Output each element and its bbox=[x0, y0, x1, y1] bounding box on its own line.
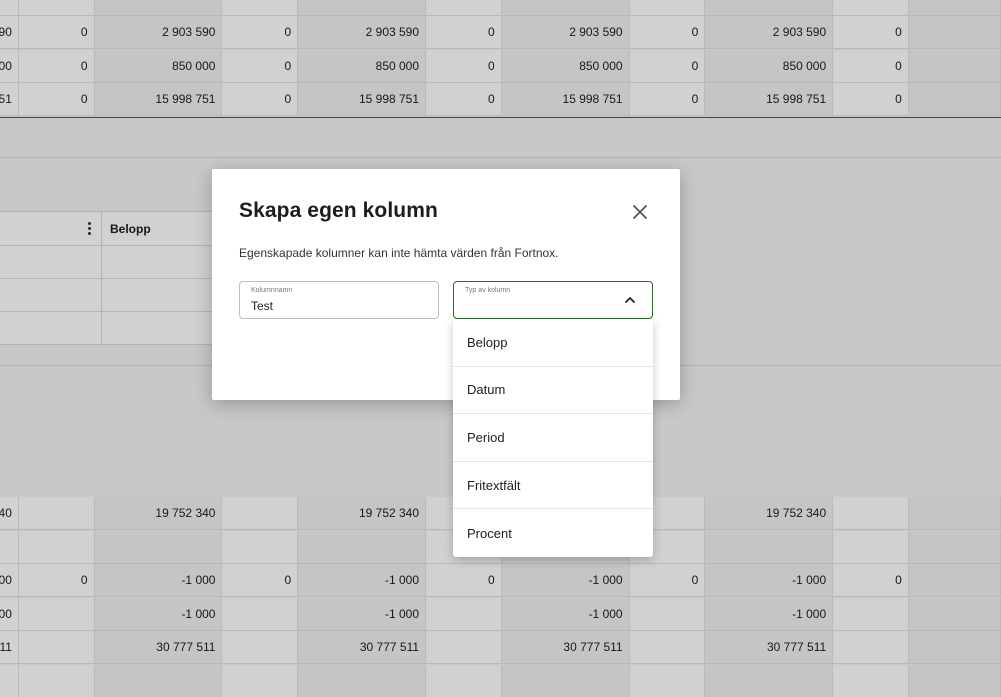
close-button[interactable] bbox=[628, 200, 652, 224]
dialog-title: Skapa egen kolumn bbox=[239, 199, 438, 222]
column-name-label: Kolumnnamn bbox=[251, 287, 293, 294]
chevron-up-icon[interactable] bbox=[624, 294, 636, 306]
column-type-dropdown: Belopp Datum Period Fritextfält Procent bbox=[453, 319, 653, 557]
dropdown-option-datum[interactable]: Datum bbox=[453, 367, 653, 415]
dropdown-option-period[interactable]: Period bbox=[453, 414, 653, 462]
dialog-description: Egenskapade kolumner kan inte hämta värd… bbox=[239, 246, 559, 260]
column-type-label: Typ av kolumn bbox=[465, 287, 511, 294]
close-icon[interactable] bbox=[628, 200, 652, 224]
dropdown-option-procent[interactable]: Procent bbox=[453, 509, 653, 557]
column-name-field[interactable]: Kolumnnamn bbox=[239, 281, 439, 319]
column-name-input[interactable] bbox=[251, 299, 421, 313]
column-type-select[interactable]: Typ av kolumn bbox=[453, 281, 653, 319]
dropdown-option-fritextfält[interactable]: Fritextfält bbox=[453, 462, 653, 510]
dropdown-option-belopp[interactable]: Belopp bbox=[453, 319, 653, 367]
